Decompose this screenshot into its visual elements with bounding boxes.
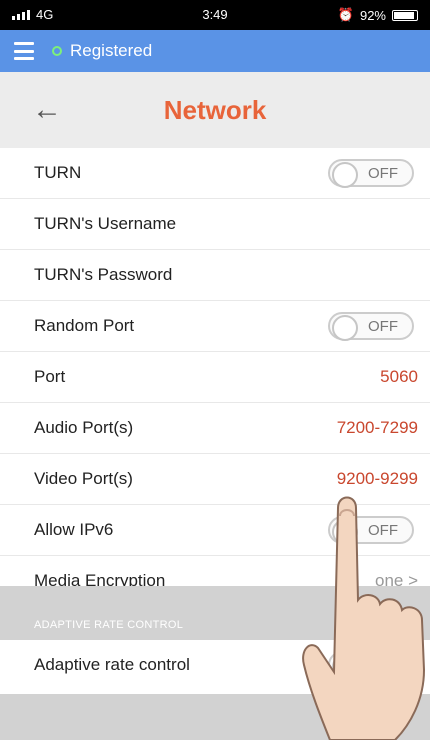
setting-label: Random Port [34, 316, 135, 335]
pointing-hand-icon [302, 496, 426, 740]
setting-label: TURN [34, 163, 82, 182]
setting-value: 7200-7299 [336, 418, 418, 437]
app-bar: Registered [0, 30, 430, 72]
page-title: Network [163, 95, 267, 125]
setting-random-port[interactable]: Random Port OFF [0, 301, 430, 352]
menu-icon[interactable] [14, 42, 34, 60]
setting-label: Adaptive rate control [34, 655, 190, 674]
toggle-state: OFF [368, 165, 398, 182]
battery-indicator: ⏰ 92% [338, 7, 418, 23]
section-title: ADAPTIVE RATE CONTROL [34, 619, 184, 631]
registration-status-text: Registered [70, 41, 153, 60]
registration-status: Registered [52, 41, 152, 61]
turn-toggle[interactable]: OFF [328, 159, 414, 188]
setting-value: 9200-9299 [336, 469, 418, 488]
battery-icon [392, 9, 418, 21]
setting-label: TURN's Username [34, 214, 177, 233]
setting-port[interactable]: Port 5060 [0, 352, 430, 403]
toggle-state: OFF [368, 318, 398, 335]
setting-label: TURN's Password [34, 265, 173, 284]
random-port-toggle[interactable]: OFF [328, 312, 414, 341]
setting-label: Port [34, 367, 66, 386]
alarm-icon: ⏰ [337, 7, 354, 22]
setting-audio-ports[interactable]: Audio Port(s) 7200-7299 [0, 403, 430, 454]
registered-dot-icon [52, 46, 62, 56]
setting-value: 5060 [380, 367, 418, 386]
toggle-knob [332, 162, 358, 188]
status-bar: 4G 3:49 ⏰ 92% [0, 0, 430, 30]
setting-label: Allow IPv6 [34, 520, 114, 539]
setting-turn-username[interactable]: TURN's Username [0, 199, 430, 250]
battery-percent: 92% [359, 7, 386, 23]
setting-turn-password[interactable]: TURN's Password [0, 250, 430, 301]
setting-label: Video Port(s) [34, 469, 133, 488]
setting-label: Audio Port(s) [34, 418, 134, 437]
toggle-knob [332, 315, 358, 341]
setting-turn[interactable]: TURN OFF [0, 148, 430, 199]
title-bar: ← Network [0, 72, 430, 148]
